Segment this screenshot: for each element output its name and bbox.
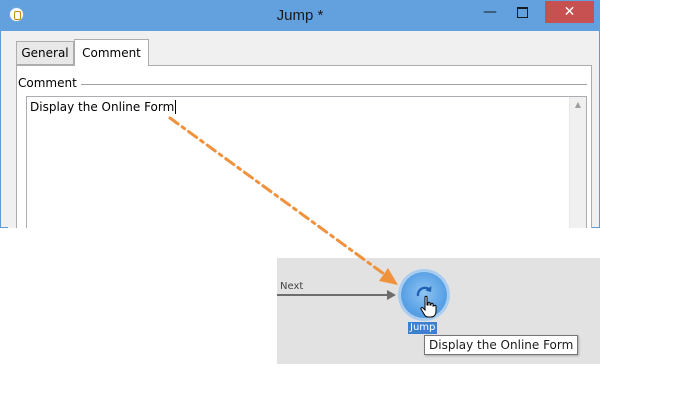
hand-cursor-icon [420, 295, 437, 318]
close-button[interactable]: ✕ [545, 1, 594, 23]
tab-general[interactable]: General [16, 41, 74, 65]
transition-line[interactable] [277, 294, 389, 296]
node-tooltip: Display the Online Form [424, 335, 579, 355]
tab-comment[interactable]: Comment [74, 39, 149, 66]
comment-scrollbar[interactable]: ▲ [569, 97, 586, 228]
text-caret [175, 100, 177, 114]
maximize-icon [516, 6, 528, 18]
group-divider [24, 84, 587, 85]
transition-label: Next [280, 281, 304, 292]
comment-text-value: Display the Online Form [30, 100, 177, 114]
comment-textarea[interactable]: Display the Online Form ▲ [26, 96, 587, 228]
maximize-button[interactable] [508, 1, 536, 23]
title-bar[interactable]: Jump * — ✕ [0, 0, 600, 31]
dialog-content: General Comment Comment Display the Onli… [8, 31, 592, 228]
workflow-canvas[interactable]: Next Jump Display the Online Form [277, 258, 600, 364]
jump-dialog-window: Jump * — ✕ General Comment Comment Displ… [0, 0, 600, 228]
scroll-up-arrow-icon[interactable]: ▲ [570, 97, 586, 113]
comment-group-label: Comment [18, 76, 81, 90]
jump-node-label: Jump [408, 322, 438, 334]
minimize-button[interactable]: — [476, 1, 504, 23]
transition-arrowhead [387, 290, 396, 300]
